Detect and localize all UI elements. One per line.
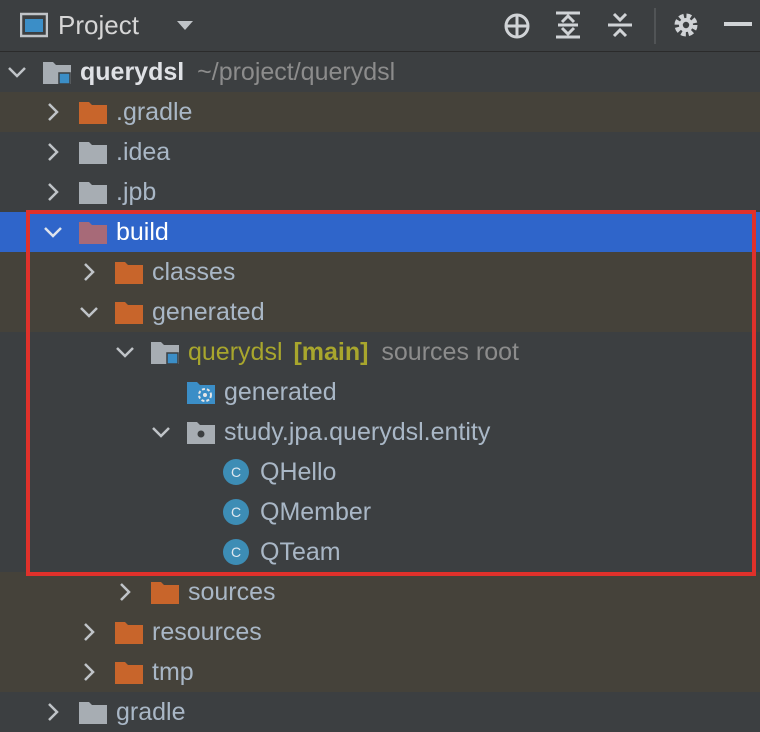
svg-text:C: C [231, 464, 241, 480]
source-set-tag: [main] [293, 338, 369, 366]
tree-item-package[interactable]: study.jpa.querydsl.entity [0, 412, 760, 452]
tree-item-generated[interactable]: generated [0, 292, 760, 332]
toolbar-divider [654, 8, 656, 44]
tree-item-qteam[interactable]: C QTeam [0, 532, 760, 572]
class-icon: C [223, 539, 249, 565]
tree-item-gradle-dir[interactable]: .gradle [0, 92, 760, 132]
tree-item-jpb[interactable]: .jpb [0, 172, 760, 212]
tree-label: gradle [116, 698, 186, 726]
tree-item-querydsl-sources[interactable]: querydsl [main] sources root [0, 332, 760, 372]
tree-label: .jpb [116, 178, 157, 206]
tree-label: querydsl [188, 338, 283, 366]
root-name: querydsl [80, 58, 185, 86]
excluded-folder-icon [151, 582, 179, 604]
chevron-down-icon[interactable] [78, 301, 100, 323]
svg-text:C: C [231, 504, 241, 520]
gear-icon[interactable] [672, 11, 700, 39]
excluded-folder-icon [115, 622, 143, 644]
project-view-icon [20, 12, 48, 38]
project-toolbar: Project [0, 0, 760, 52]
tree-label: QHello [260, 458, 337, 486]
tree-item-qmember[interactable]: C QMember [0, 492, 760, 532]
tree-item-build[interactable]: build [0, 212, 760, 252]
chevron-down-icon[interactable] [150, 421, 172, 443]
folder-icon [79, 142, 107, 164]
generated-sources-folder-icon [187, 382, 215, 404]
locate-file-icon[interactable] [502, 11, 532, 41]
tree-label: resources [152, 618, 262, 646]
panel-title[interactable]: Project [58, 9, 139, 41]
folder-icon [79, 182, 107, 204]
root-path: ~/project/querydsl [197, 58, 396, 86]
chevron-right-icon[interactable] [42, 141, 64, 163]
tree-label: classes [152, 258, 236, 286]
excluded-folder-icon [79, 222, 107, 244]
package-icon [187, 422, 215, 444]
class-icon: C [223, 459, 249, 485]
class-icon: C [223, 499, 249, 525]
excluded-folder-icon [79, 102, 107, 124]
tree-label: .gradle [116, 98, 193, 126]
excluded-folder-icon [115, 262, 143, 284]
tree-item-classes[interactable]: classes [0, 252, 760, 292]
chevron-down-icon[interactable] [6, 61, 28, 83]
tree-item-root[interactable]: querydsl ~/project/querydsl [0, 52, 760, 92]
expand-all-icon[interactable] [554, 10, 582, 40]
chevron-right-icon[interactable] [42, 181, 64, 203]
chevron-right-icon[interactable] [78, 661, 100, 683]
tree-label: study.jpa.querydsl.entity [224, 418, 491, 446]
sources-root-hint: sources root [381, 338, 519, 366]
chevron-right-icon[interactable] [78, 261, 100, 283]
folder-icon [79, 702, 107, 724]
tree-item-generated-sources[interactable]: generated [0, 372, 760, 412]
excluded-folder-icon [115, 302, 143, 324]
tree-item-tmp[interactable]: tmp [0, 652, 760, 692]
tree-label: generated [224, 378, 337, 406]
tree-label: sources [188, 578, 276, 606]
tree-label: generated [152, 298, 265, 326]
tree-item-qhello[interactable]: C QHello [0, 452, 760, 492]
module-folder-icon [151, 342, 179, 365]
excluded-folder-icon [115, 662, 143, 684]
tree-label: .idea [116, 138, 171, 166]
chevron-right-icon[interactable] [42, 101, 64, 123]
chevron-right-icon[interactable] [114, 581, 136, 603]
module-folder-icon [43, 62, 71, 85]
tree-label: QTeam [260, 538, 341, 566]
tree-label: build [116, 218, 169, 246]
collapse-all-icon[interactable] [606, 10, 634, 40]
tree-label: tmp [152, 658, 194, 686]
chevron-right-icon[interactable] [42, 701, 64, 723]
dropdown-chevron-icon[interactable] [176, 20, 194, 32]
hide-icon[interactable] [724, 22, 752, 28]
tree-item-gradle[interactable]: gradle [0, 692, 760, 732]
tree-item-idea[interactable]: .idea [0, 132, 760, 172]
tree-item-sources[interactable]: sources [0, 572, 760, 612]
tree-item-resources[interactable]: resources [0, 612, 760, 652]
chevron-down-icon[interactable] [42, 221, 64, 243]
chevron-right-icon[interactable] [78, 621, 100, 643]
tree-label: QMember [260, 498, 372, 526]
svg-text:C: C [231, 544, 241, 560]
chevron-down-icon[interactable] [114, 341, 136, 363]
project-tree: querydsl ~/project/querydsl .gradle .ide… [0, 52, 760, 732]
